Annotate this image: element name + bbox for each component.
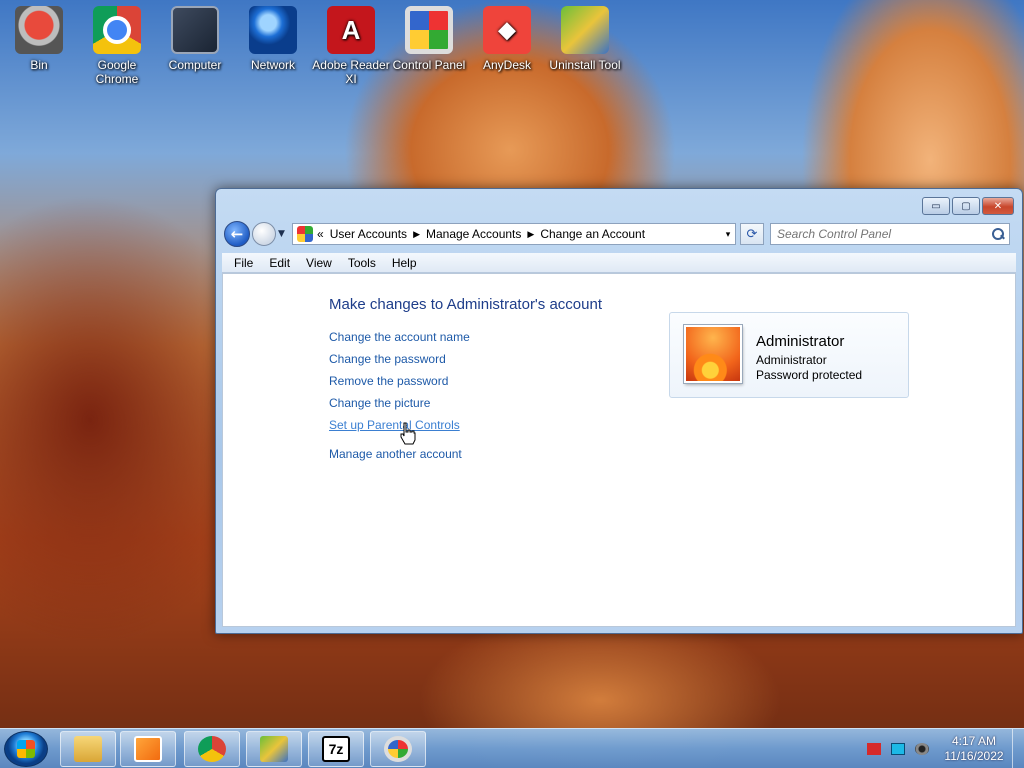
media-player-icon [134, 736, 162, 762]
taskbar-windows-explorer[interactable] [60, 731, 116, 767]
refresh-icon: ⟳ [746, 226, 758, 242]
menu-help[interactable]: Help [384, 256, 425, 270]
desktop-icon-google-chrome[interactable]: Google Chrome [78, 6, 156, 86]
taskbar-chrome[interactable] [184, 731, 240, 767]
control-panel-icon [405, 6, 453, 54]
desktop-icon-label: Uninstall Tool [549, 58, 621, 72]
system-tray: 4:17 AM 11/16/2022 [862, 729, 1024, 768]
maximize-icon: ▢ [961, 200, 971, 212]
chrome-icon [93, 6, 141, 54]
volume-icon[interactable] [915, 743, 929, 755]
anydesk-icon: ◆ [483, 6, 531, 54]
folder-icon [74, 736, 102, 762]
remove-password-link[interactable]: Remove the password [329, 374, 470, 396]
account-card: Administrator Administrator Password pro… [669, 312, 909, 398]
navigation-bar: ← ▼ « User Accounts ▶ Manage Accounts ▶ … [224, 221, 1014, 247]
hand-cursor-icon [400, 422, 416, 445]
change-picture-link[interactable]: Change the picture [329, 396, 470, 418]
address-dropdown-icon[interactable]: ▾ [721, 229, 735, 240]
desktop-icon-network[interactable]: Network [234, 6, 312, 72]
control-panel-icon [297, 226, 313, 242]
menu-edit[interactable]: Edit [261, 256, 298, 270]
minimize-icon: ▭ [931, 200, 941, 212]
desktop-icon-label: Network [250, 58, 295, 72]
desktop-icon-recycle-bin[interactable]: Bin [0, 6, 78, 72]
control-panel-icon [384, 736, 412, 762]
desktop-icon-label: Computer [168, 58, 222, 72]
change-account-name-link[interactable]: Change the account name [329, 330, 470, 352]
desktop-icon-label: AnyDesk [482, 58, 532, 72]
desktop-icon-control-panel[interactable]: Control Panel [390, 6, 468, 72]
taskbar-control-panel[interactable] [370, 731, 426, 767]
change-password-link[interactable]: Change the password [329, 352, 470, 374]
desktop-icon-label: Control Panel [392, 58, 466, 72]
menu-view[interactable]: View [298, 256, 340, 270]
page-title: Make changes to Administrator's account [329, 296, 603, 313]
back-button[interactable]: ← [224, 221, 250, 247]
windows-logo-icon [17, 740, 35, 758]
action-center-flag-icon[interactable] [867, 743, 881, 755]
desktop-icon-label: Google Chrome [95, 58, 139, 86]
account-picture [684, 325, 742, 383]
minimize-button[interactable]: ▭ [922, 197, 950, 215]
breadcrumb-manage-accounts[interactable]: Manage Accounts [426, 227, 521, 241]
address-bar[interactable]: « User Accounts ▶ Manage Accounts ▶ Chan… [292, 223, 736, 245]
search-icon[interactable] [991, 227, 1005, 241]
close-button[interactable]: ✕ [982, 197, 1014, 215]
show-desktop-button[interactable] [1012, 729, 1024, 768]
network-status-icon[interactable] [891, 743, 905, 755]
close-icon: ✕ [993, 200, 1003, 212]
window-controls: ▭ ▢ ✕ [922, 197, 1014, 215]
taskbar-7zip[interactable]: 7z [308, 731, 364, 767]
recent-pages-dropdown[interactable]: ▼ [278, 229, 288, 239]
chrome-icon [198, 736, 226, 762]
search-input[interactable] [777, 227, 991, 241]
search-box[interactable] [770, 223, 1010, 245]
content-pane: Make changes to Administrator's account … [222, 273, 1016, 627]
menu-file[interactable]: File [226, 256, 261, 270]
arrow-left-icon: ← [230, 225, 244, 243]
desktop-icon-uninstall-tool[interactable]: Uninstall Tool [546, 6, 624, 72]
breadcrumb-user-accounts[interactable]: User Accounts [330, 227, 407, 241]
breadcrumb-separator-icon[interactable]: ▶ [413, 229, 420, 240]
maximize-button[interactable]: ▢ [952, 197, 980, 215]
desktop-icon-anydesk[interactable]: ◆ AnyDesk [468, 6, 546, 72]
account-status: Password protected [756, 368, 863, 382]
start-button[interactable] [4, 731, 48, 767]
taskbar: 7z 4:17 AM 11/16/2022 [0, 728, 1024, 768]
seven-zip-icon: 7z [322, 736, 350, 762]
account-name: Administrator [756, 333, 845, 350]
menu-tools[interactable]: Tools [340, 256, 384, 270]
clock-time: 4:17 AM [951, 734, 997, 748]
account-type: Administrator [756, 353, 827, 367]
uninstall-tool-icon [561, 6, 609, 54]
refresh-button[interactable]: ⟳ [740, 223, 764, 245]
taskbar-uninstall-tool[interactable] [246, 731, 302, 767]
recycle-bin-icon [15, 6, 63, 54]
control-panel-window: ▭ ▢ ✕ ← ▼ « User Accounts ▶ Manage Accou… [215, 188, 1023, 634]
desktop-icon-label: Adobe Reader XI [312, 58, 390, 86]
desktop-icon-computer[interactable]: Computer [156, 6, 234, 72]
forward-button[interactable] [252, 222, 276, 246]
network-icon [249, 6, 297, 54]
breadcrumb-change-an-account[interactable]: Change an Account [540, 227, 645, 241]
computer-icon [171, 6, 219, 54]
adobe-reader-icon: A [327, 6, 375, 54]
clock-date: 11/16/2022 [944, 749, 1004, 763]
desktop-icon-label: Bin [30, 58, 48, 72]
menu-bar: File Edit View Tools Help [222, 253, 1016, 273]
breadcrumb-overflow[interactable]: « [317, 227, 324, 241]
breadcrumb-separator-icon[interactable]: ▶ [527, 229, 534, 240]
manage-another-account-link[interactable]: Manage another account [329, 447, 470, 469]
taskbar-media-player[interactable] [120, 731, 176, 767]
chevron-down-icon: ▼ [278, 229, 285, 239]
desktop-icon-adobe-reader[interactable]: A Adobe Reader XI [312, 6, 390, 86]
uninstall-tool-icon [260, 736, 288, 762]
clock[interactable]: 4:17 AM 11/16/2022 [942, 734, 1006, 764]
task-list: Change the account name Change the passw… [329, 330, 470, 469]
